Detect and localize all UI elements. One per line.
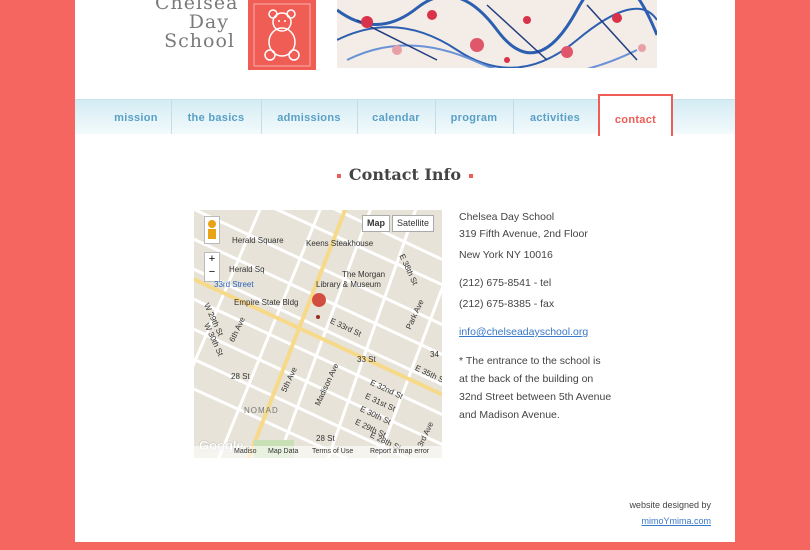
school-logo-text[interactable]: Chelsea Day School <box>155 0 237 52</box>
map-data-link[interactable]: Map Data <box>268 446 298 458</box>
street-view-pegman-icon[interactable] <box>204 216 220 244</box>
map-label: Library & Museum <box>316 280 381 289</box>
entrance-note-line-2: at the back of the building on <box>459 373 594 385</box>
nav-item-admissions[interactable]: admissions <box>261 100 358 134</box>
map-street-label: Madiso <box>234 448 257 455</box>
title-right-square-icon <box>469 173 474 178</box>
map-label: Keens Steakhouse <box>306 239 374 248</box>
nav-item-mission[interactable]: mission <box>101 100 172 134</box>
map-label: Herald Square <box>232 236 284 245</box>
zoom-out-button[interactable]: − <box>205 266 219 279</box>
credit-text: website designed by <box>629 500 711 510</box>
location-map[interactable]: Map Satellite + − Herald Square Keens St… <box>194 210 442 458</box>
map-zoom-control: + − <box>204 252 220 282</box>
email-link[interactable]: info@chelseadayschool.org <box>459 326 588 338</box>
map-footer: Madiso Map Data Terms of Use Report a ma… <box>194 446 442 458</box>
map-label: Herald Sq <box>229 265 265 274</box>
address-line-1: 319 Fifth Avenue, 2nd Floor <box>459 228 588 240</box>
satellite-view-button[interactable]: Satellite <box>392 215 435 232</box>
map-label: 33rd Street <box>214 280 254 289</box>
logo-line-3: School <box>164 30 235 52</box>
nav-item-calendar[interactable]: calendar <box>357 100 436 134</box>
designer-link[interactable]: mimoYmima.com <box>641 516 711 526</box>
header-painting-image <box>337 0 657 68</box>
map-label: 28 St <box>231 372 250 381</box>
nav-item-contact[interactable]: contact <box>598 94 673 136</box>
page-title: Contact Info <box>75 165 735 184</box>
site-credit: website designed by mimoYmima.com <box>629 497 711 529</box>
fax-number: (212) 675-8385 - fax <box>459 298 555 310</box>
page-container: Chelsea Day School mission the basics ad… <box>75 0 735 542</box>
map-label: 34 <box>430 350 439 359</box>
phone-number: (212) 675-8541 - tel <box>459 277 552 289</box>
nav-item-the-basics[interactable]: the basics <box>171 100 262 134</box>
map-view-button[interactable]: Map <box>362 215 390 232</box>
entrance-note-line-3: 32nd Street between 5th Avenue <box>459 391 612 403</box>
school-name: Chelsea Day School <box>459 211 555 223</box>
title-left-square-icon <box>336 173 341 178</box>
address-line-2: New York NY 10016 <box>459 249 553 261</box>
map-label: 33 St <box>357 355 376 364</box>
zoom-in-button[interactable]: + <box>205 253 219 266</box>
nav-item-activities[interactable]: activities <box>513 100 597 134</box>
main-navigation: mission the basics admissions calendar p… <box>75 94 735 136</box>
terms-of-use-link[interactable]: Terms of Use <box>312 446 353 458</box>
contact-details: Chelsea Day School 319 Fifth Avenue, 2nd… <box>459 209 611 435</box>
teddy-bear-logo-icon[interactable] <box>248 0 316 70</box>
map-label: 28 St <box>316 434 335 443</box>
entrance-note-line-4: and Madison Avenue. <box>459 409 560 421</box>
report-map-error-link[interactable]: Report a map error <box>370 446 429 458</box>
entrance-note-line-1: * The entrance to the school is <box>459 355 601 367</box>
map-label: NOMAD <box>244 406 279 415</box>
page-title-text: Contact Info <box>348 165 462 184</box>
map-label: Empire State Bldg <box>234 298 299 307</box>
nav-item-program[interactable]: program <box>435 100 514 134</box>
map-label: The Morgan <box>342 270 386 279</box>
